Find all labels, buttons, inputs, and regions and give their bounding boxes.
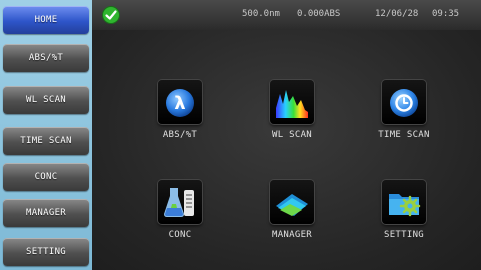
tile-conc[interactable]: CONC	[135, 180, 225, 260]
time-readout: 09:35	[432, 9, 460, 19]
home-content: λ ABS/%T WL SCAN TIME SCAN CONC MANAGER …	[92, 30, 481, 270]
sidebar-item-label: TIME SCAN	[20, 136, 72, 146]
sidebar-item-label: MANAGER	[25, 208, 67, 218]
tile-label: TIME SCAN	[378, 130, 430, 140]
clock-icon	[382, 80, 426, 124]
absorbance-readout: 0.000ABS	[297, 9, 341, 19]
sidebar-item-label: HOME	[34, 15, 58, 25]
sidebar-item-abs-t[interactable]: ABS/%T	[3, 44, 89, 72]
check-icon	[102, 6, 120, 24]
lambda-icon: λ	[158, 80, 202, 124]
date-readout: 12/06/28	[375, 9, 419, 19]
sidebar-item-conc[interactable]: CONC	[3, 163, 89, 191]
sidebar-item-home[interactable]: HOME	[3, 6, 89, 34]
sidebar-item-label: WL SCAN	[25, 95, 67, 105]
sidebar-item-time-scan[interactable]: TIME SCAN	[3, 127, 89, 155]
sidebar-item-label: CONC	[34, 172, 58, 182]
tile-time-scan[interactable]: TIME SCAN	[359, 80, 449, 160]
sidebar-item-setting[interactable]: SETTING	[3, 238, 89, 266]
sidebar-item-wl-scan[interactable]: WL SCAN	[3, 86, 89, 114]
svg-text:λ: λ	[174, 93, 185, 114]
sidebar: HOME ABS/%T WL SCAN TIME SCAN CONC MANAG…	[0, 0, 92, 270]
flask-icon	[158, 180, 202, 224]
status-bar: 500.0nm 0.000ABS 12/06/28 09:35	[92, 0, 481, 31]
tile-setting[interactable]: SETTING	[359, 180, 449, 260]
sidebar-item-label: SETTING	[25, 247, 67, 257]
settings-folder-icon	[382, 180, 426, 224]
folder-icon	[270, 180, 314, 224]
tile-manager[interactable]: MANAGER	[247, 180, 337, 260]
main-panel: 500.0nm 0.000ABS 12/06/28 09:35 λ ABS/%T…	[92, 0, 481, 270]
sidebar-item-label: ABS/%T	[28, 53, 64, 63]
tile-abs-t[interactable]: λ ABS/%T	[135, 80, 225, 160]
spectrum-icon	[270, 80, 314, 124]
tile-label: SETTING	[383, 230, 425, 240]
tile-label: ABS/%T	[162, 130, 198, 140]
tile-label: WL SCAN	[271, 130, 313, 140]
tile-label: CONC	[168, 230, 192, 240]
sidebar-item-manager[interactable]: MANAGER	[3, 199, 89, 227]
tile-label: MANAGER	[271, 230, 313, 240]
wavelength-readout: 500.0nm	[242, 9, 280, 19]
tile-wl-scan[interactable]: WL SCAN	[247, 80, 337, 160]
